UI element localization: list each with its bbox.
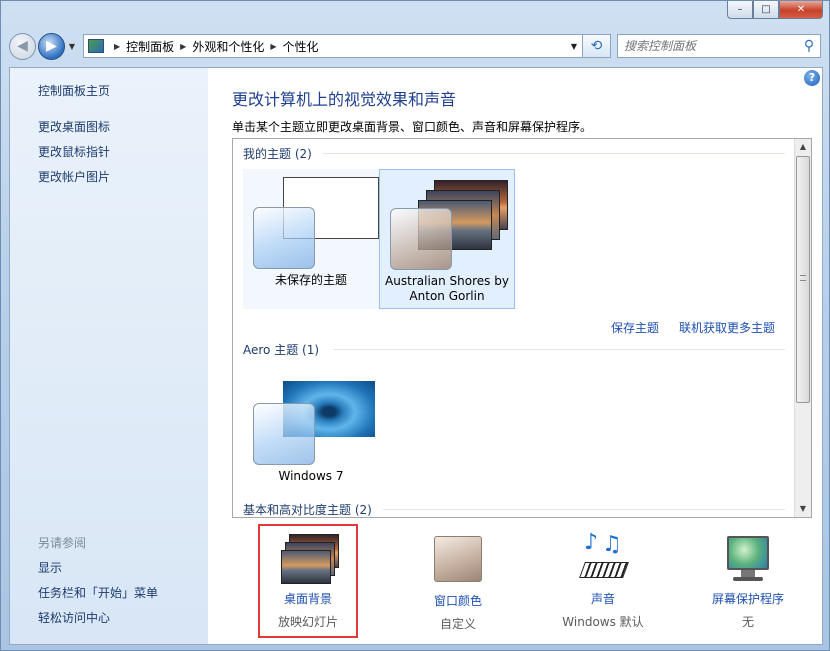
window-color-preview	[253, 207, 315, 269]
recent-pages-dropdown[interactable]: ▼	[65, 42, 79, 51]
theme-label-line1: Australian Shores by	[385, 274, 509, 288]
group-heading-my-themes[interactable]: 我的主题 (2)	[243, 145, 312, 162]
help-icon[interactable]: ?	[804, 70, 820, 86]
music-note-icon: ♪	[584, 530, 599, 555]
sidebar-item-control-panel-home[interactable]: 控制面板主页	[38, 82, 110, 99]
theme-thumbnail	[249, 177, 379, 269]
see-also-taskbar[interactable]: 任务栏和「开始」菜单	[38, 584, 158, 601]
piano-keys-icon	[579, 562, 629, 578]
arrow-left-icon: ◀	[17, 38, 28, 54]
control-panel-window: – □ ✕ ◀ ▶ ▼ ▶ 控制面板 ▶ 外观和个性化 ▶ 个性化 ▼ ⟲ ⚲ …	[0, 0, 830, 651]
close-button[interactable]: ✕	[779, 1, 823, 19]
music-note-icon: ♫	[602, 532, 622, 557]
breadcrumb-personalization[interactable]: 个性化	[283, 38, 319, 55]
breadcrumb-appearance[interactable]: 外观和个性化	[192, 38, 264, 55]
sidebar-item-account-picture[interactable]: 更改帐户图片	[38, 168, 110, 185]
scrollbar-thumb[interactable]	[796, 156, 810, 403]
scroll-up-icon[interactable]: ▲	[795, 139, 811, 155]
page-subtitle: 单击某个主题立即更改桌面背景、窗口颜色、声音和屏幕保护程序。	[232, 120, 593, 134]
setting-value: 自定义	[439, 617, 476, 631]
color-swatch	[434, 536, 482, 582]
see-also-display[interactable]: 显示	[38, 559, 62, 576]
refresh-button[interactable]: ⟲	[583, 34, 611, 58]
scroll-down-icon[interactable]: ▼	[795, 501, 811, 517]
sidebar-item-mouse-pointers[interactable]: 更改鼠标指针	[38, 143, 110, 160]
theme-label: Australian Shores by Anton Gorlin	[380, 274, 514, 304]
theme-thumbnail	[386, 178, 510, 270]
search-input[interactable]	[624, 39, 798, 53]
breadcrumb-control-panel[interactable]: 控制面板	[126, 38, 174, 55]
theme-unsaved[interactable]: 未保存的主题	[243, 169, 379, 309]
slideshow-icon	[281, 534, 339, 584]
arrow-right-icon: ▶	[46, 38, 57, 54]
setting-label[interactable]: 窗口颜色	[398, 592, 518, 609]
back-button[interactable]: ◀	[9, 32, 36, 60]
chevron-right-icon[interactable]: ▶	[180, 42, 186, 51]
main-panel: ? 更改计算机上的视觉效果和声音 单击某个主题立即更改桌面背景、窗口颜色、声音和…	[208, 68, 822, 644]
desktop-background-setting[interactable]: 桌面背景 放映幻灯片	[248, 534, 368, 630]
address-dropdown-icon[interactable]: ▼	[566, 42, 582, 51]
theme-thumbnail	[249, 373, 375, 465]
setting-value: 无	[741, 615, 754, 629]
chevron-right-icon[interactable]: ▶	[114, 42, 120, 51]
forward-button[interactable]: ▶	[38, 32, 65, 60]
window-color-preview	[253, 403, 315, 465]
caption-buttons: – □ ✕	[727, 1, 823, 19]
monitor-icon	[727, 536, 769, 570]
screensaver-icon	[721, 534, 775, 584]
maximize-button[interactable]: □	[753, 1, 779, 19]
control-panel-icon	[88, 39, 104, 53]
theme-label-line2: Anton Gorlin	[409, 289, 485, 303]
wallpaper-photo	[281, 550, 331, 584]
window-color-preview	[390, 208, 452, 270]
setting-label[interactable]: 桌面背景	[248, 590, 368, 607]
theme-label: 未保存的主题	[274, 273, 347, 287]
setting-label[interactable]: 声音	[543, 590, 663, 607]
chevron-right-icon[interactable]: ▶	[270, 42, 276, 51]
monitor-base	[733, 577, 763, 581]
setting-label[interactable]: 屏幕保护程序	[688, 590, 808, 607]
setting-value: Windows 默认	[562, 615, 644, 629]
group-divider	[333, 349, 785, 350]
content-area: 控制面板主页 更改桌面图标 更改鼠标指针 更改帐户图片 另请参阅 显示 任务栏和…	[9, 67, 823, 645]
color-icon	[431, 536, 485, 586]
sounds-setting[interactable]: ♪ ♫ 声音 Windows 默认	[543, 530, 663, 630]
theme-list-scrollbar[interactable]: ▲ ▼	[794, 139, 811, 517]
scrollbar-grip	[800, 275, 806, 281]
get-more-themes-link[interactable]: 联机获取更多主题	[679, 319, 775, 336]
group-heading-aero[interactable]: Aero 主题 (1)	[243, 341, 319, 358]
screen-saver-setting[interactable]: 屏幕保护程序 无	[688, 534, 808, 630]
see-also-ease-of-access[interactable]: 轻松访问中心	[38, 609, 110, 626]
save-theme-link[interactable]: 保存主题	[611, 319, 659, 336]
address-bar[interactable]: ▶ 控制面板 ▶ 外观和个性化 ▶ 个性化 ▼	[83, 34, 583, 58]
group-divider	[383, 509, 785, 510]
theme-australian-shores[interactable]: Australian Shores by Anton Gorlin	[379, 169, 515, 309]
setting-value: 放映幻灯片	[277, 615, 338, 629]
search-box[interactable]: ⚲	[617, 34, 821, 58]
see-also-heading: 另请参阅	[38, 536, 87, 550]
page-title: 更改计算机上的视觉效果和声音	[232, 90, 457, 109]
theme-windows-7[interactable]: Windows 7	[243, 365, 379, 505]
group-divider	[323, 153, 785, 154]
search-icon[interactable]: ⚲	[798, 38, 820, 54]
group-heading-basic[interactable]: 基本和高对比度主题 (2)	[243, 501, 372, 517]
navigation-bar: ◀ ▶ ▼ ▶ 控制面板 ▶ 外观和个性化 ▶ 个性化 ▼ ⟲ ⚲	[9, 31, 821, 61]
sound-icon: ♪ ♫	[576, 530, 630, 584]
sidebar: 控制面板主页 更改桌面图标 更改鼠标指针 更改帐户图片 另请参阅 显示 任务栏和…	[10, 68, 208, 644]
refresh-icon: ⟲	[590, 38, 603, 54]
theme-list: 我的主题 (2) 未保存的主题 Australian Shores by Ant…	[232, 138, 812, 518]
sidebar-item-desktop-icons[interactable]: 更改桌面图标	[38, 118, 110, 135]
window-color-setting[interactable]: 窗口颜色 自定义	[398, 534, 518, 632]
theme-label: Windows 7	[278, 469, 344, 483]
minimize-button[interactable]: –	[727, 1, 753, 19]
